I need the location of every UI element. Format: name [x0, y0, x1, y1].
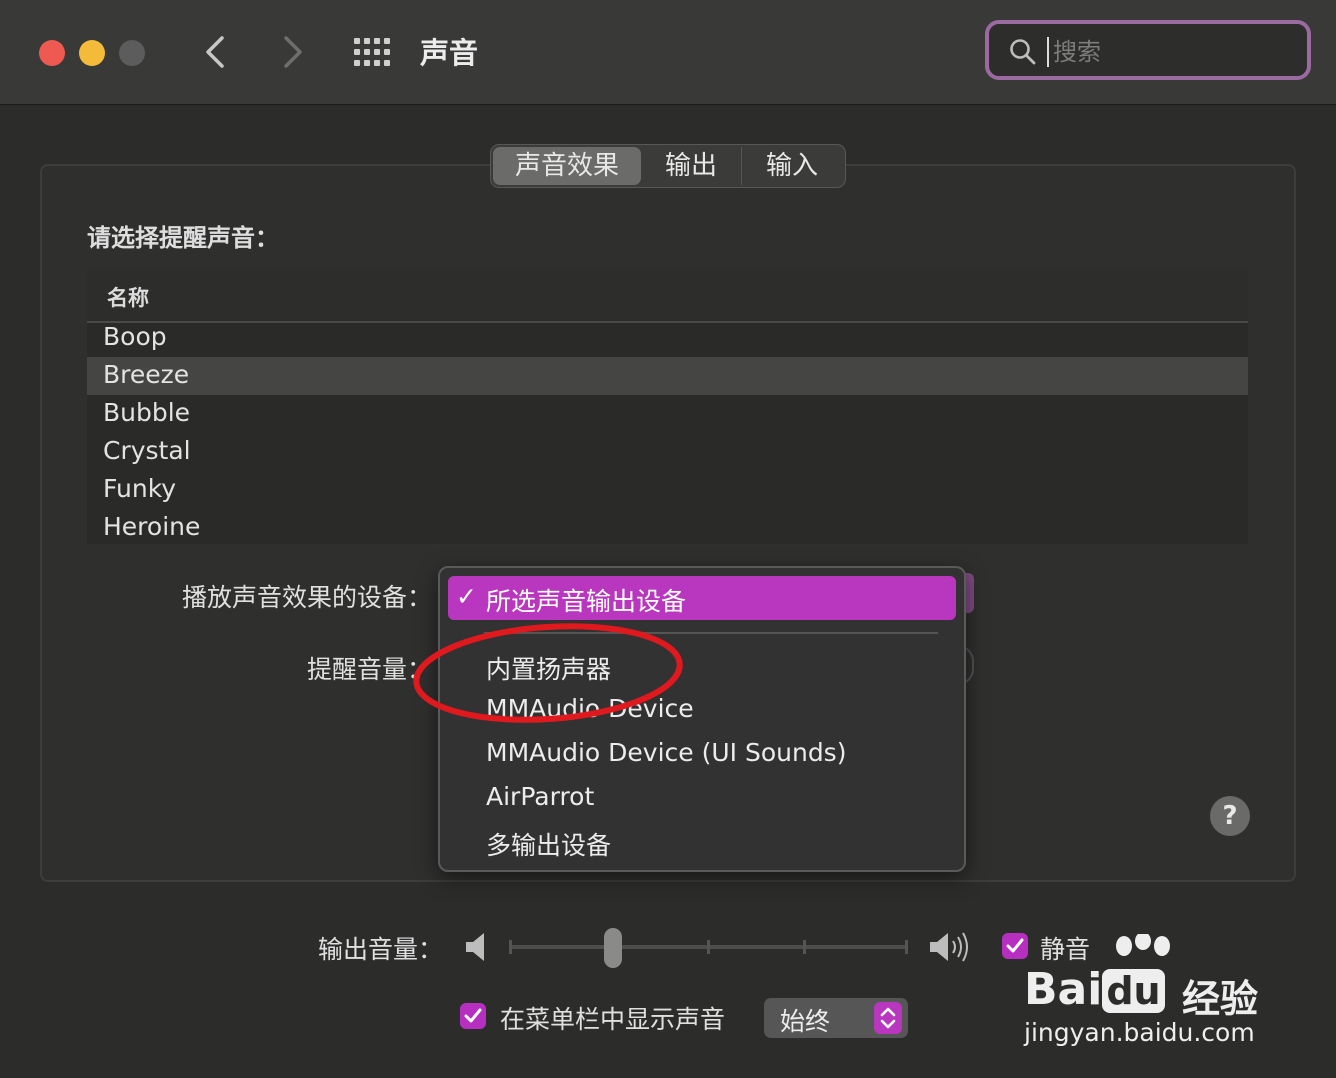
slider-tick: [803, 940, 806, 954]
checkmark-icon: ✓: [456, 582, 477, 611]
alert-sound-label: 请选择提醒声音：: [87, 224, 279, 252]
text-caret: [1047, 37, 1049, 67]
menu-item-mmaudio-ui-sounds[interactable]: MMAudio Device (UI Sounds): [486, 738, 846, 767]
tab-bar: 声音效果 输出 输入: [490, 144, 846, 188]
list-item[interactable]: Boop: [87, 319, 1248, 357]
search-icon: [1010, 39, 1036, 65]
minimize-button[interactable]: [79, 40, 105, 66]
slider-tick: [509, 940, 512, 954]
show-all-button[interactable]: [352, 36, 392, 68]
zoom-button[interactable]: [119, 40, 145, 66]
list-item[interactable]: Funky: [87, 471, 1248, 509]
watermark-brand: Bai du: [1024, 964, 1165, 1015]
show-in-menubar-checkbox[interactable]: [460, 1003, 486, 1029]
list-item-selected[interactable]: Breeze: [87, 357, 1248, 395]
output-volume-slider-thumb[interactable]: [604, 928, 623, 968]
play-device-label: 播放声音效果的设备：: [181, 583, 432, 612]
tab-input[interactable]: 输入: [742, 147, 842, 185]
watermark-url: jingyan.baidu.com: [1024, 1018, 1255, 1047]
slider-tick: [905, 940, 908, 954]
forward-button[interactable]: [272, 30, 312, 74]
speaker-high-icon: [930, 932, 968, 962]
help-button[interactable]: ?: [1210, 796, 1250, 836]
checkmark-icon: [464, 1008, 482, 1023]
window-title: 声音: [420, 36, 479, 70]
title-bar: 声音: [0, 0, 1336, 105]
sound-preferences-window: 声音 声音效果 输出 输入 请选择提醒声音： 名称 Boop Breeze Bu…: [0, 0, 1336, 1078]
menubar-display-value: 始终: [780, 1007, 831, 1036]
menu-item-multi-output-device[interactable]: 多输出设备: [486, 826, 611, 862]
menu-item-airparrot[interactable]: AirParrot: [486, 782, 594, 811]
updown-arrows-icon: [874, 1002, 902, 1034]
search-field[interactable]: [985, 20, 1311, 80]
menu-item-selected-output-device[interactable]: ✓ 所选声音输出设备: [448, 576, 956, 620]
back-chevron-icon: [206, 36, 224, 68]
alert-volume-label: 提醒音量：: [306, 655, 432, 684]
back-button[interactable]: [196, 30, 236, 74]
search-input[interactable]: [1051, 32, 1295, 72]
list-item[interactable]: Heroine: [87, 509, 1248, 547]
watermark-jingyan: 经验: [1182, 977, 1259, 1021]
show-in-menubar-label: 在菜单栏中显示声音: [500, 1005, 726, 1034]
slider-tick: [707, 940, 710, 954]
output-volume-label: 输出音量：: [318, 935, 444, 964]
grid-icon: [354, 38, 390, 66]
baidu-jingyan-watermark: Bai du 经验 jingyan.baidu.com: [1024, 934, 1294, 1054]
forward-chevron-icon: [284, 36, 302, 68]
list-item[interactable]: Crystal: [87, 433, 1248, 471]
red-circle-annotation: [413, 623, 683, 723]
close-button[interactable]: [39, 40, 65, 66]
list-header[interactable]: 名称: [87, 268, 1248, 323]
tab-output[interactable]: 输出: [641, 147, 742, 185]
list-item[interactable]: Bubble: [87, 395, 1248, 433]
column-header-name: 名称: [107, 286, 149, 310]
menubar-display-popup[interactable]: 始终: [764, 998, 908, 1038]
alert-sound-list[interactable]: 名称 Boop Breeze Bubble Crystal Funky Hero…: [87, 268, 1248, 544]
tab-sound-effects[interactable]: 声音效果: [493, 147, 641, 185]
speaker-low-icon: [466, 933, 484, 961]
